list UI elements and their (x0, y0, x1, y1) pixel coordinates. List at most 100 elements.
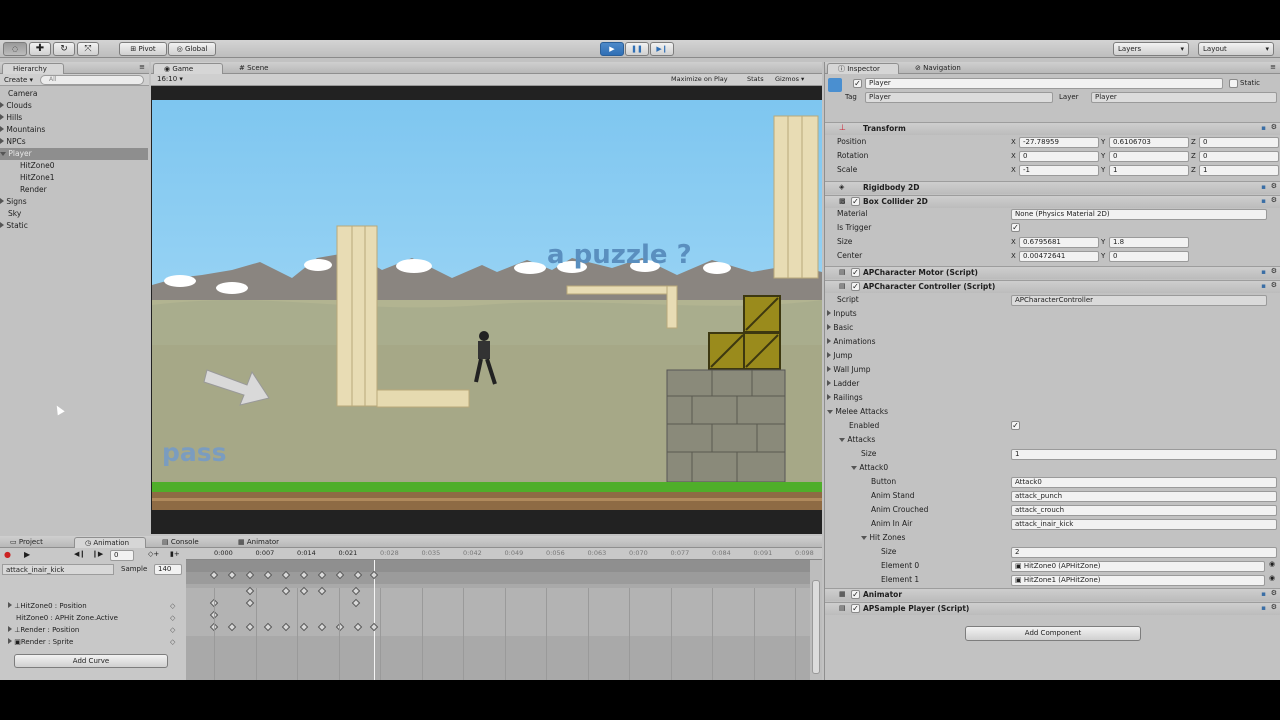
melee-enabled-checkbox[interactable]: ✓ (1011, 421, 1020, 430)
sample-player-enabled-checkbox[interactable]: ✓ (851, 604, 860, 613)
expand-arrow-icon[interactable] (0, 126, 4, 132)
rotation-y-field[interactable]: 0 (1109, 151, 1189, 162)
pause-button[interactable]: ❚❚ (625, 42, 649, 56)
rotate-tool-button[interactable]: ↻ (53, 42, 75, 56)
controller-script-header[interactable]: ▤ ✓ APCharacter Controller (Script) ▪ ⚙ (825, 280, 1280, 293)
help-icon[interactable]: ▪ (1261, 124, 1266, 132)
aspect-dropdown[interactable]: 16:10 ▾ (157, 75, 183, 83)
panel-menu-icon[interactable]: ≡ (139, 63, 145, 71)
button-field[interactable]: Attack0 (1011, 477, 1277, 488)
position-x-field[interactable]: -27.78959 (1019, 137, 1099, 148)
tab-project[interactable]: ▭ Project (0, 537, 72, 548)
position-y-field[interactable]: 0.6106703 (1109, 137, 1189, 148)
collider-center-y-field[interactable]: 0 (1109, 251, 1189, 262)
tab-animator[interactable]: ▦ Animator (228, 537, 298, 548)
motor-enabled-checkbox[interactable]: ✓ (851, 268, 860, 277)
sample-input[interactable]: 140 (154, 564, 182, 575)
timeline-scrollbar[interactable] (810, 560, 822, 680)
hierarchy-item-clouds[interactable]: Clouds (0, 100, 32, 112)
tag-dropdown[interactable]: Player (865, 92, 1053, 103)
expand-arrow-icon[interactable] (0, 138, 4, 144)
hierarchy-item-hitzone1[interactable]: HitZone1 (20, 172, 55, 184)
collider-size-y-field[interactable]: 1.8 (1109, 237, 1189, 248)
scale-y-field[interactable]: 1 (1109, 165, 1189, 176)
expand-arrow-icon[interactable] (0, 114, 4, 120)
gear-icon[interactable]: ⚙ (1271, 281, 1277, 289)
help-icon[interactable]: ▪ (1261, 282, 1266, 290)
record-button[interactable]: ● (4, 550, 11, 559)
time-ruler[interactable]: 0:000 0:007 0:014 0:021 0:028 0:035 0:042 0:049… (186, 548, 822, 560)
collider-size-x-field[interactable]: 0.6795681 (1019, 237, 1099, 248)
tab-inspector[interactable]: ⓘ Inspector (827, 63, 899, 74)
active-checkbox[interactable]: ✓ (853, 79, 862, 88)
layers-dropdown[interactable]: Layers ▾ (1113, 42, 1189, 56)
attacks-size-field[interactable]: 1 (1011, 449, 1277, 460)
sample-player-header[interactable]: ▤ ✓ APSample Player (Script) ▪ ⚙ (825, 602, 1280, 615)
anim-crouched-field[interactable]: attack_crouch (1011, 505, 1277, 516)
help-icon[interactable]: ▪ (1261, 268, 1266, 276)
help-icon[interactable]: ▪ (1261, 183, 1266, 191)
anim-prop-row[interactable]: HitZone0 : APHit Zone.Active (16, 612, 118, 624)
rotation-x-field[interactable]: 0 (1019, 151, 1099, 162)
scale-x-field[interactable]: -1 (1019, 165, 1099, 176)
prev-key-button[interactable]: ◀❙ (74, 550, 85, 558)
transform-header[interactable]: ⊥ Transform ▪ ⚙ (825, 122, 1280, 135)
scale-tool-button[interactable]: ⤧ (77, 42, 99, 56)
group-railings[interactable]: Railings (827, 392, 863, 404)
group-melee-attacks[interactable]: Melee Attacks (827, 406, 888, 418)
frame-input[interactable]: 0 (110, 550, 134, 561)
expand-arrow-icon[interactable] (8, 626, 12, 632)
gear-icon[interactable]: ⚙ (1271, 123, 1277, 131)
gear-icon[interactable]: ⚙ (1271, 589, 1277, 597)
hitzones-size-field[interactable]: 2 (1011, 547, 1277, 558)
hierarchy-item-mountains[interactable]: Mountains (0, 124, 45, 136)
gear-icon[interactable]: ⚙ (1271, 603, 1277, 611)
group-attacks[interactable]: Attacks (839, 434, 875, 446)
is-trigger-checkbox[interactable]: ✓ (1011, 223, 1020, 232)
group-attack0[interactable]: Attack0 (851, 462, 888, 474)
tab-console[interactable]: ▤ Console (152, 537, 222, 548)
anim-inair-field[interactable]: attack_inair_kick (1011, 519, 1277, 530)
group-animations[interactable]: Animations (827, 336, 876, 348)
rigidbody2d-header[interactable]: ◈ Rigidbody 2D ▪ ⚙ (825, 181, 1280, 194)
tab-scene[interactable]: # Scene (229, 63, 289, 74)
hierarchy-search-input[interactable]: All (40, 75, 144, 85)
group-basic[interactable]: Basic (827, 322, 853, 334)
global-toggle[interactable]: ◎ Global (168, 42, 216, 56)
animator-enabled-checkbox[interactable]: ✓ (851, 590, 860, 599)
add-keyframe-button[interactable]: ◇+ (148, 550, 159, 558)
script-field[interactable]: APCharacterController (1011, 295, 1267, 306)
anim-prop-row[interactable]: ▣Render : Sprite (8, 636, 73, 648)
anim-prop-row[interactable]: ⊥HitZone0 : Position (8, 600, 87, 612)
tab-hierarchy[interactable]: Hierarchy (2, 63, 64, 74)
element0-field[interactable]: ▣ HitZone0 (APHitZone) (1011, 561, 1265, 572)
pivot-toggle[interactable]: ⊞ Pivot (119, 42, 167, 56)
expand-arrow-icon[interactable] (0, 198, 4, 204)
scroll-thumb[interactable] (812, 580, 820, 674)
group-wall-jump[interactable]: Wall Jump (827, 364, 871, 376)
anim-play-button[interactable]: ▶ (24, 550, 30, 559)
stats-toggle[interactable]: Stats (747, 75, 764, 83)
tab-game[interactable]: ◉ Game (153, 63, 223, 74)
hierarchy-item-npcs[interactable]: NPCs (0, 136, 26, 148)
move-tool-button[interactable]: ✚ (29, 42, 51, 56)
play-button[interactable]: ▶ (600, 42, 624, 56)
help-icon[interactable]: ▪ (1261, 197, 1266, 205)
group-inputs[interactable]: Inputs (827, 308, 857, 320)
clip-dropdown[interactable]: attack_inair_kick (2, 564, 114, 575)
gear-icon[interactable]: ⚙ (1271, 182, 1277, 190)
hierarchy-item-render[interactable]: Render (20, 184, 47, 196)
add-event-button[interactable]: ▮+ (170, 550, 180, 558)
group-ladder[interactable]: Ladder (827, 378, 859, 390)
material-field[interactable]: None (Physics Material 2D) (1011, 209, 1267, 220)
help-icon[interactable]: ▪ (1261, 604, 1266, 612)
object-picker-icon[interactable]: ◉ (1269, 560, 1275, 568)
group-hit-zones[interactable]: Hit Zones (861, 532, 905, 544)
next-key-button[interactable]: ❙▶ (92, 550, 103, 558)
add-component-button[interactable]: Add Component (965, 626, 1141, 641)
timeline[interactable]: 0:000 0:007 0:014 0:021 0:028 0:035 0:042 0:049… (186, 548, 822, 680)
hierarchy-item-player[interactable]: Player (0, 148, 148, 160)
maximize-on-play-toggle[interactable]: Maximize on Play (671, 75, 728, 83)
motor-script-header[interactable]: ▤ ✓ APCharacter Motor (Script) ▪ ⚙ (825, 266, 1280, 279)
hierarchy-item-hills[interactable]: Hills (0, 112, 22, 124)
